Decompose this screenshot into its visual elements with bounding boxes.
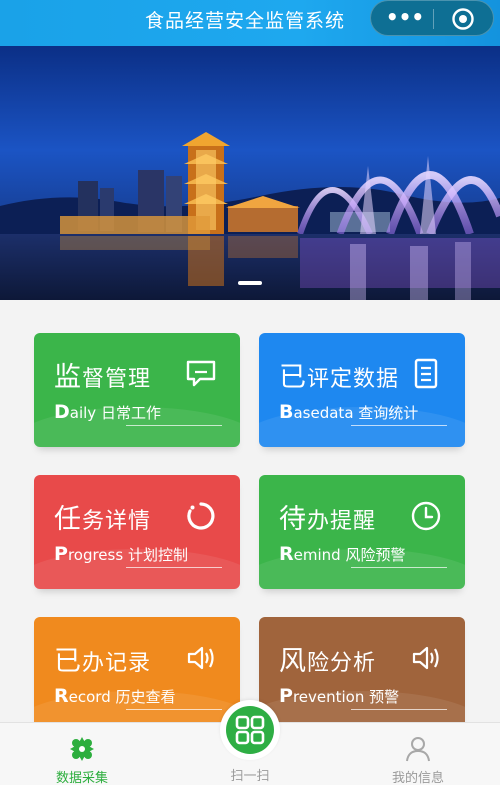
tile-subtitle: Remind 风险预警 bbox=[279, 543, 406, 565]
tile-task-details[interactable]: 任务详情 Progress 计划控制 bbox=[34, 475, 240, 589]
speaker-icon bbox=[412, 646, 439, 670]
data-collect-icon bbox=[70, 737, 94, 761]
mini-program-capsule: ••• bbox=[370, 0, 494, 36]
tile-evaluated-data[interactable]: 已评定数据 Basedata 查询统计 bbox=[259, 333, 465, 447]
tile-title: 已办记录 bbox=[54, 646, 152, 677]
target-circle-icon[interactable] bbox=[451, 7, 475, 31]
tile-title: 已评定数据 bbox=[279, 362, 400, 393]
tile-title: 风险分析 bbox=[279, 646, 377, 677]
tile-subtitle: Record 历史查看 bbox=[54, 685, 176, 707]
banner-image bbox=[0, 46, 500, 300]
tile-title: 监督管理 bbox=[54, 362, 152, 393]
tab-label-scan[interactable]: 扫一扫 bbox=[200, 765, 300, 784]
tab-label: 我的信息 bbox=[391, 771, 444, 785]
tile-underline bbox=[351, 709, 447, 710]
tile-underline bbox=[351, 425, 447, 426]
scan-button-bg bbox=[226, 706, 274, 754]
speaker-icon bbox=[187, 646, 214, 670]
tile-subtitle: Basedata 查询统计 bbox=[279, 401, 419, 423]
clock-icon bbox=[411, 501, 441, 531]
scan-grid-icon bbox=[235, 715, 265, 745]
tile-title: 任务详情 bbox=[54, 504, 152, 535]
tile-subtitle: Daily 日常工作 bbox=[54, 401, 161, 423]
user-icon bbox=[406, 737, 430, 762]
document-list-icon bbox=[414, 358, 438, 389]
tile-pending-reminders[interactable]: 待办提醒 Remind 风险预警 bbox=[259, 475, 465, 589]
tile-completed-records[interactable]: 已办记录 Record 历史查看 bbox=[34, 617, 240, 731]
chat-bubble-icon bbox=[186, 360, 216, 387]
tab-label: 数据采集 bbox=[55, 771, 108, 785]
tile-underline bbox=[126, 567, 222, 568]
loading-arc-icon bbox=[187, 502, 215, 530]
tile-subtitle: Progress 计划控制 bbox=[54, 543, 188, 565]
tile-title: 待办提醒 bbox=[279, 504, 377, 535]
scan-button[interactable] bbox=[220, 700, 280, 760]
tile-supervision[interactable]: 监督管理 Daily 日常工作 bbox=[34, 333, 240, 447]
tile-subtitle: Prevention 预警 bbox=[279, 685, 400, 707]
more-dots-icon[interactable]: ••• bbox=[385, 6, 425, 30]
tab-my-info[interactable]: 我的信息 bbox=[358, 723, 478, 785]
banner-carousel[interactable] bbox=[0, 46, 500, 300]
tab-data-collection[interactable]: 数据采集 bbox=[22, 723, 142, 785]
tile-risk-analysis[interactable]: 风险分析 Prevention 预警 bbox=[259, 617, 465, 731]
tile-underline bbox=[351, 567, 447, 568]
page-title: 食品经营安全监管系统 bbox=[144, 10, 345, 32]
tile-underline bbox=[126, 425, 222, 426]
capsule-divider bbox=[433, 9, 434, 29]
header-bar: 食品经营安全监管系统 ••• bbox=[0, 0, 500, 46]
carousel-indicator[interactable] bbox=[238, 281, 262, 285]
tile-underline bbox=[126, 709, 222, 710]
